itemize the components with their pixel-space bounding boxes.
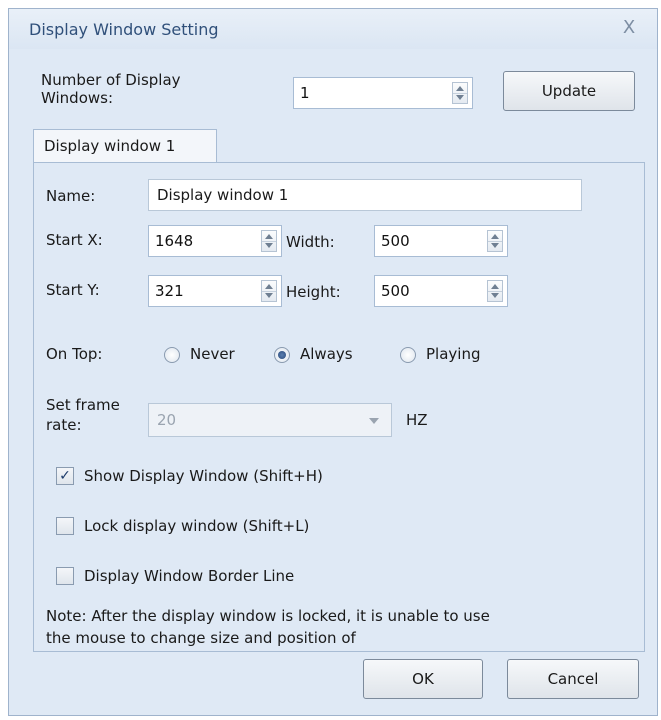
radio-playing-label[interactable]: Playing: [426, 345, 480, 363]
height-value: 500: [381, 282, 410, 300]
radio-always[interactable]: [274, 347, 290, 363]
title-bar[interactable]: Display Window Setting X: [9, 9, 657, 49]
cancel-button[interactable]: Cancel: [507, 659, 639, 699]
window-count-label: Number of Display Windows:: [41, 71, 181, 107]
start-x-stepper[interactable]: 1648: [148, 225, 282, 257]
start-y-label: Start Y:: [46, 281, 100, 299]
radio-always-label[interactable]: Always: [300, 345, 353, 363]
radio-never[interactable]: [164, 347, 180, 363]
display-window-setting-dialog: Display Window Setting X Number of Displ…: [8, 8, 658, 716]
width-stepper[interactable]: 500: [374, 225, 508, 257]
lock-display-checkbox[interactable]: [56, 517, 74, 535]
stepper-arrows-icon[interactable]: [261, 280, 277, 302]
update-button[interactable]: Update: [503, 71, 635, 111]
radio-selected-icon: [278, 351, 286, 359]
start-y-value: 321: [155, 282, 184, 300]
name-input[interactable]: Display window 1: [148, 179, 582, 211]
close-icon[interactable]: X: [619, 17, 639, 39]
start-y-stepper[interactable]: 321: [148, 275, 282, 307]
show-display-checkbox[interactable]: ✓: [56, 467, 74, 485]
stepper-arrows-icon[interactable]: [487, 230, 503, 252]
tab-panel: Name: Display window 1 Start X: 1648 Wid…: [33, 162, 645, 652]
radio-never-label[interactable]: Never: [190, 345, 235, 363]
name-value: Display window 1: [157, 186, 289, 204]
show-display-label[interactable]: Show Display Window (Shift+H): [84, 467, 323, 485]
height-stepper[interactable]: 500: [374, 275, 508, 307]
note-text: Note: After the display window is locked…: [46, 607, 490, 647]
window-count-value: 1: [300, 84, 310, 102]
stepper-arrows-icon[interactable]: [487, 280, 503, 302]
width-label: Width:: [286, 233, 335, 251]
ok-button[interactable]: OK: [363, 659, 483, 699]
on-top-label: On Top:: [46, 345, 103, 363]
frame-rate-select: 20: [148, 403, 392, 437]
window-count-stepper[interactable]: 1: [293, 77, 473, 109]
tab-display-window-1[interactable]: Display window 1: [33, 129, 217, 163]
start-x-value: 1648: [155, 232, 194, 250]
frame-rate-unit: HZ: [406, 411, 428, 429]
start-x-label: Start X:: [46, 231, 103, 249]
frame-rate-label: Set frame rate:: [46, 396, 120, 434]
name-label: Name:: [46, 187, 96, 205]
stepper-arrows-icon[interactable]: [261, 230, 277, 252]
dialog-title: Display Window Setting: [29, 20, 219, 39]
border-line-checkbox[interactable]: [56, 567, 74, 585]
frame-rate-value: 20: [157, 411, 177, 429]
height-label: Height:: [286, 283, 341, 301]
lock-display-label[interactable]: Lock display window (Shift+L): [84, 517, 309, 535]
radio-playing[interactable]: [400, 347, 416, 363]
chevron-down-icon: [369, 418, 379, 424]
border-line-label[interactable]: Display Window Border Line: [84, 567, 294, 585]
stepper-arrows-icon[interactable]: [452, 82, 468, 104]
width-value: 500: [381, 232, 410, 250]
